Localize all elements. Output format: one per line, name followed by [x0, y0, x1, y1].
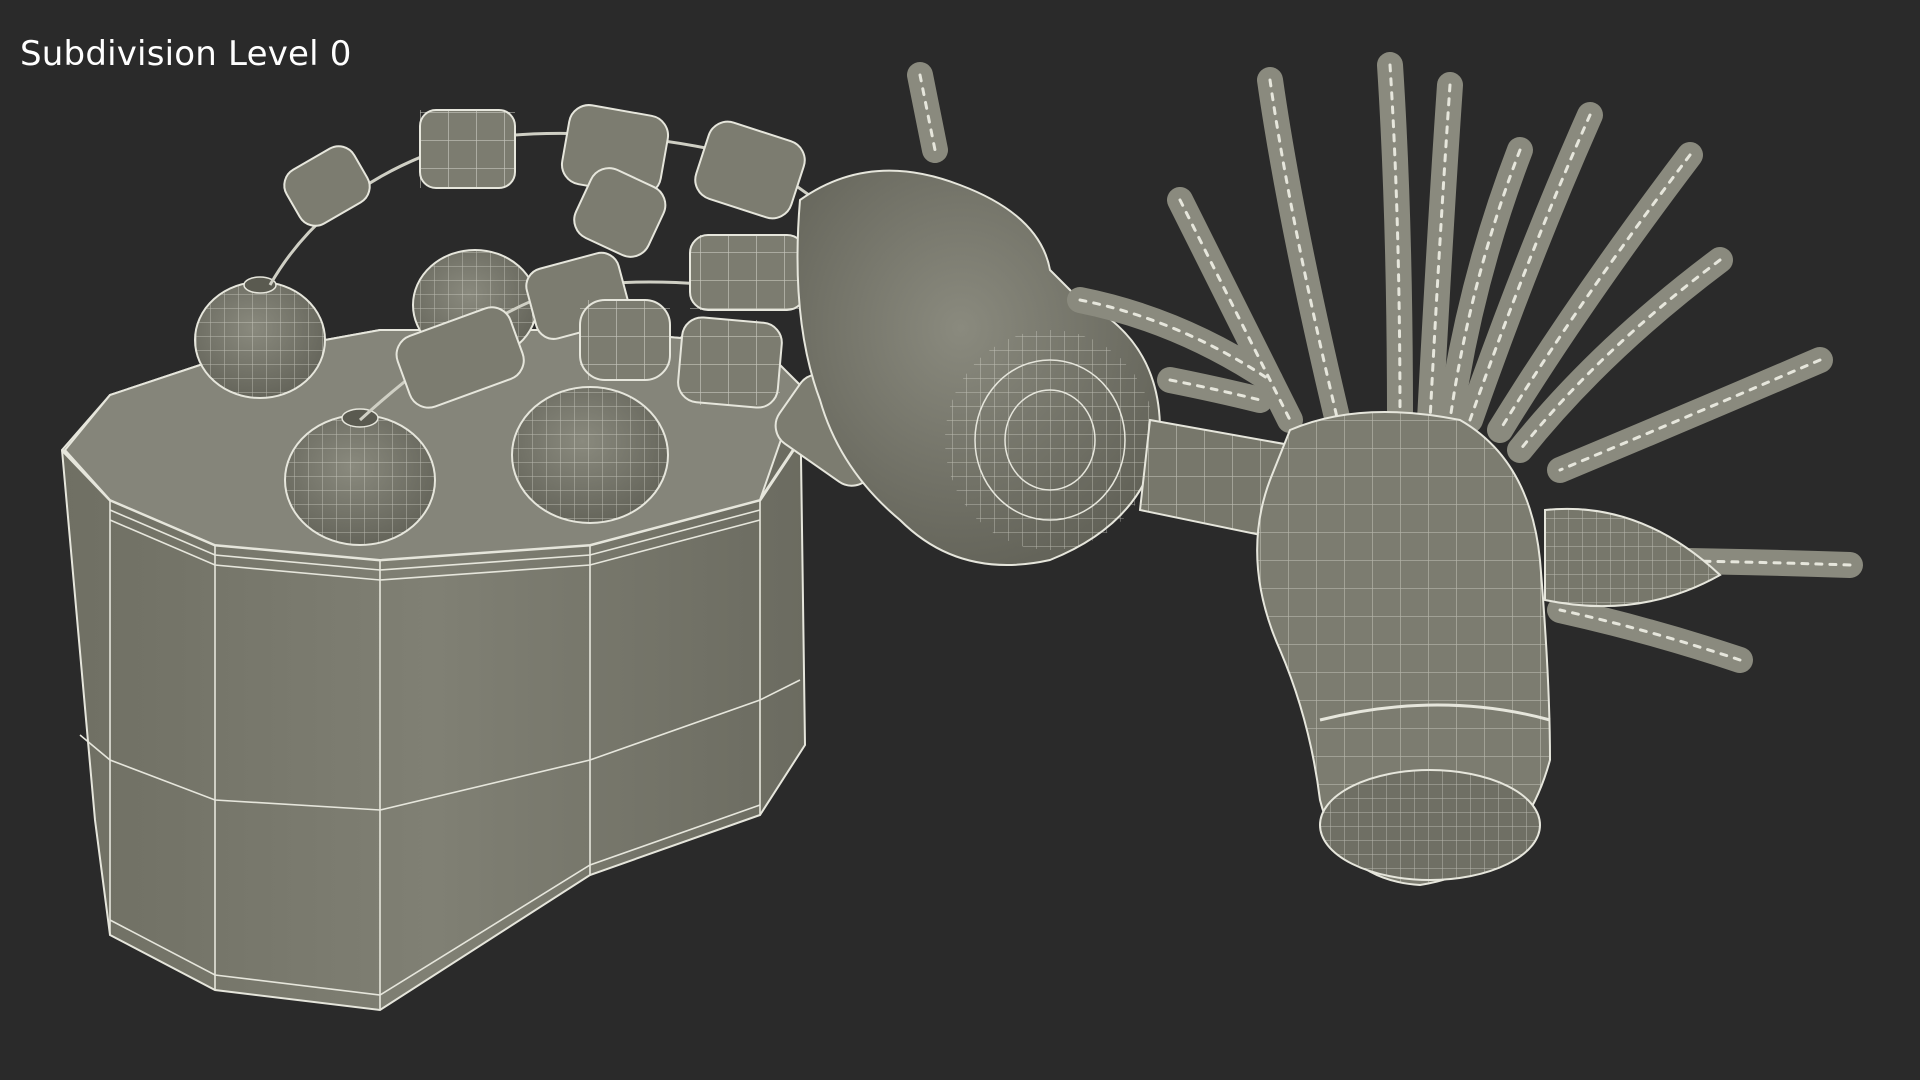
wireframe-model-render: [60, 52, 1863, 1012]
octagonal-base: [60, 329, 807, 1012]
3d-viewport[interactable]: Subdivision Level 0: [0, 0, 1920, 1080]
axon-terminal-flask: [1256, 411, 1722, 887]
soma-sphere: [796, 169, 1162, 566]
